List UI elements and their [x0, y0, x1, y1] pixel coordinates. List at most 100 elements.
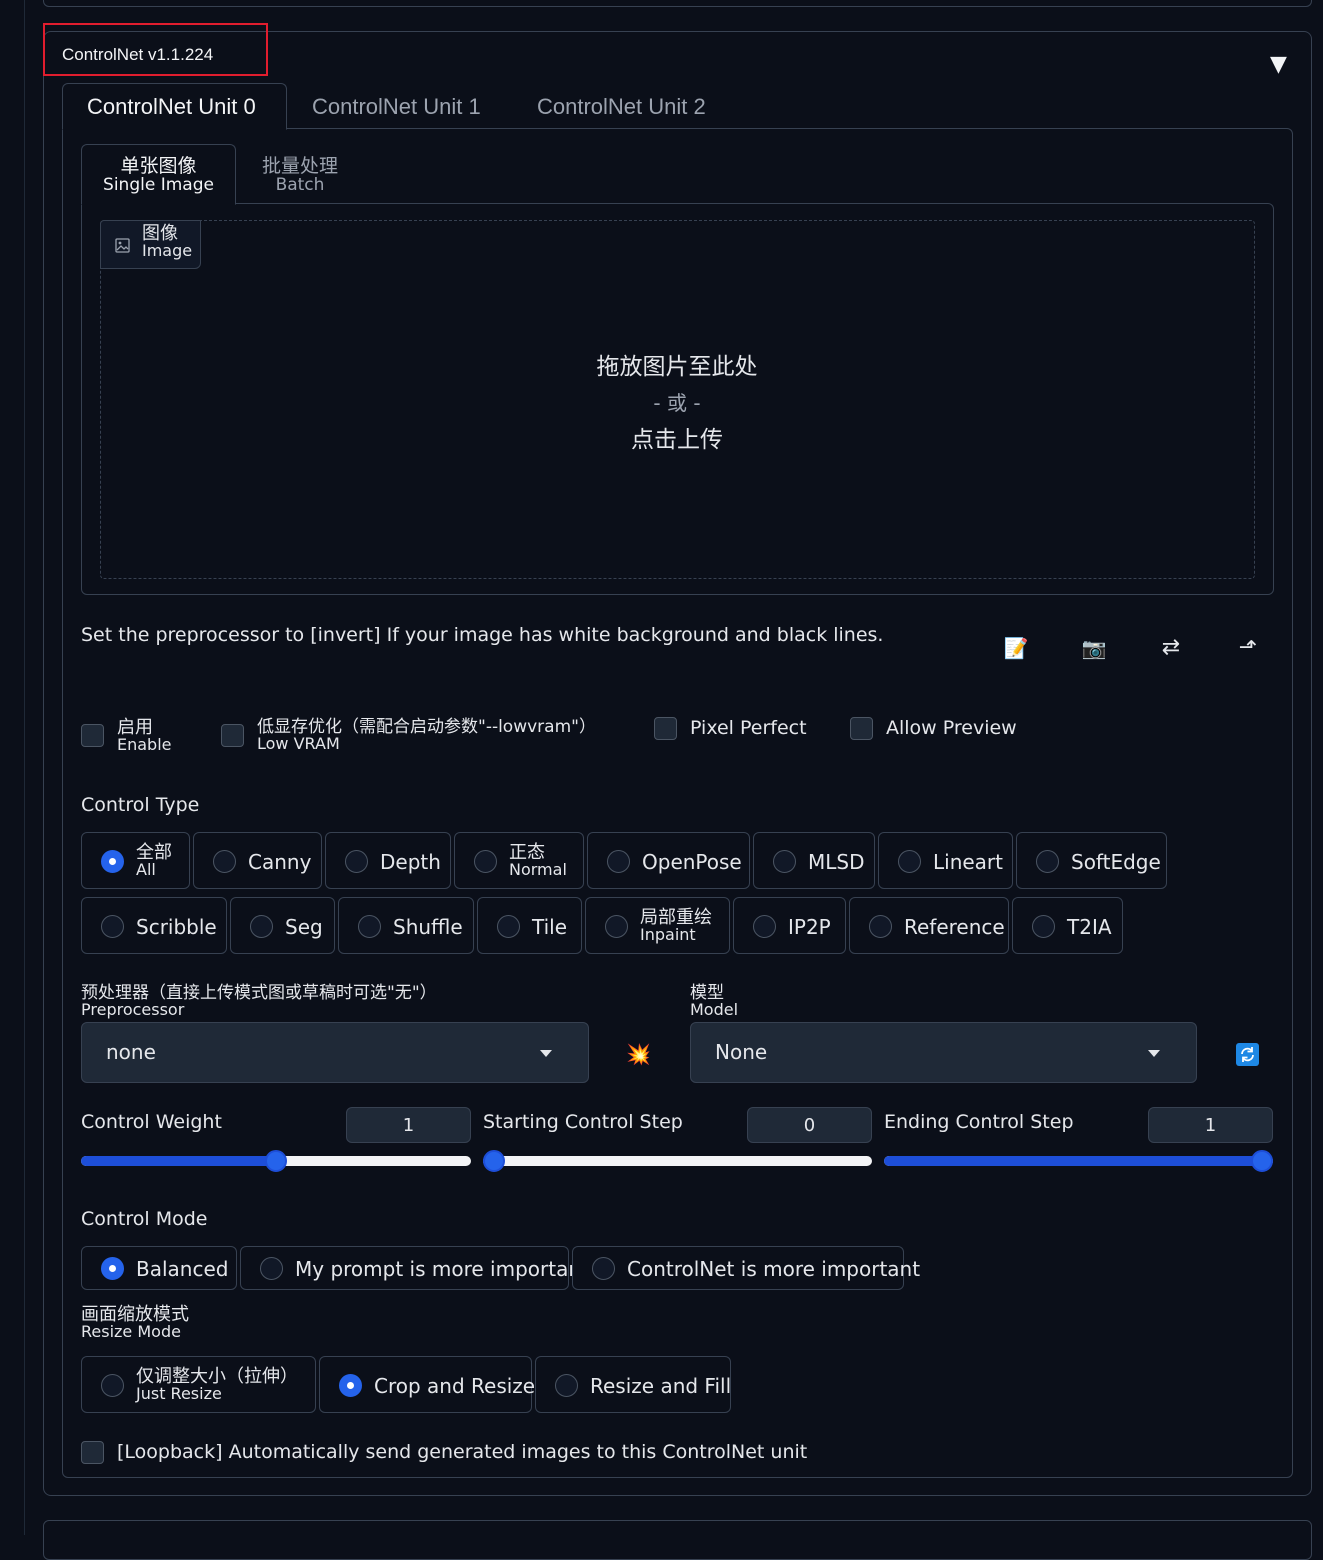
allow-preview-label: Allow Preview: [886, 717, 1017, 739]
radio-dot: [101, 1257, 124, 1280]
resize-mode-resize-fill[interactable]: Resize and Fill: [535, 1356, 731, 1413]
control-type-lineart-label: Lineart: [933, 850, 1003, 874]
control-type-seg[interactable]: Seg: [230, 897, 335, 954]
radio-dot: [101, 1374, 124, 1397]
slider-handle[interactable]: [265, 1150, 287, 1172]
control-type-depth-label: Depth: [380, 850, 441, 874]
allow-preview-checkbox[interactable]: [850, 717, 873, 740]
control-weight-label: Control Weight: [81, 1111, 222, 1133]
radio-dot: [1036, 850, 1059, 873]
starting-step-slider[interactable]: [483, 1150, 872, 1172]
tab-single-image-cn: 单张图像: [120, 155, 197, 177]
click-upload-text[interactable]: 点击上传: [527, 420, 827, 454]
control-type-ip2p[interactable]: IP2P: [733, 897, 846, 954]
control-type-softedge-label: SoftEdge: [1071, 850, 1161, 874]
control-weight-slider[interactable]: [81, 1150, 471, 1172]
refresh-models-icon[interactable]: [1236, 1043, 1259, 1066]
control-type-all-label: 全部 All: [136, 844, 172, 878]
accordion-title[interactable]: ControlNet v1.1.224: [62, 45, 213, 65]
control-mode-controlnet-label: ControlNet is more important: [627, 1257, 921, 1281]
control-type-depth[interactable]: Depth: [325, 832, 451, 889]
low-vram-checkbox[interactable]: [221, 724, 244, 747]
slider-fill: [884, 1156, 1262, 1166]
tab-batch-en: Batch: [275, 174, 325, 195]
chevron-down-icon: [1148, 1050, 1160, 1057]
control-type-reference[interactable]: Reference: [849, 897, 1009, 954]
control-mode-prompt-label: My prompt is more important: [295, 1257, 589, 1281]
radio-dot: [345, 850, 368, 873]
control-type-reference-label: Reference: [904, 915, 1005, 939]
radio-dot: [101, 915, 124, 938]
resize-mode-just-resize[interactable]: 仅调整大小（拉伸） Just Resize: [81, 1356, 316, 1413]
resize-mode-crop-resize[interactable]: Crop and Resize: [319, 1356, 535, 1413]
model-select[interactable]: None: [690, 1022, 1197, 1083]
tab-unit-0[interactable]: ControlNet Unit 0: [87, 94, 256, 120]
control-type-lineart[interactable]: Lineart: [878, 832, 1013, 889]
send-dimensions-icon[interactable]: ⬏: [1232, 632, 1264, 664]
resize-mode-resize-fill-label: Resize and Fill: [590, 1374, 732, 1398]
control-type-t2ia[interactable]: T2IA: [1012, 897, 1123, 954]
radio-dot: [898, 850, 921, 873]
slider-handle[interactable]: [483, 1150, 505, 1172]
control-mode-controlnet[interactable]: ControlNet is more important: [572, 1246, 920, 1290]
radio-dot: [358, 915, 381, 938]
loopback-checkbox[interactable]: [81, 1441, 104, 1464]
control-mode-balanced-label: Balanced: [136, 1257, 229, 1281]
pixel-perfect-label: Pixel Perfect: [690, 717, 807, 739]
ending-step-label: Ending Control Step: [884, 1111, 1074, 1133]
control-type-tile-label: Tile: [532, 915, 568, 939]
slider-handle[interactable]: [1251, 1150, 1273, 1172]
control-type-inpaint[interactable]: 局部重绘 Inpaint: [585, 897, 730, 954]
radio-dot: [1032, 915, 1055, 938]
enable-checkbox[interactable]: [81, 724, 104, 747]
control-type-inpaint-en: Inpaint: [640, 925, 696, 944]
control-type-seg-label: Seg: [285, 915, 323, 939]
run-preprocessor-icon[interactable]: 💥: [626, 1042, 651, 1066]
tab-batch[interactable]: 批量处理 Batch: [240, 156, 360, 195]
control-type-canny[interactable]: Canny: [193, 832, 322, 889]
chevron-down-icon: [540, 1050, 552, 1057]
control-type-shuffle[interactable]: Shuffle: [338, 897, 474, 954]
radio-dot: [607, 850, 630, 873]
control-type-normal-en: Normal: [509, 860, 567, 879]
control-mode-label: Control Mode: [81, 1208, 208, 1230]
radio-dot: [250, 915, 273, 938]
image-label: 图像 Image: [100, 220, 201, 269]
tab-single-image[interactable]: 单张图像 Single Image: [81, 155, 236, 195]
control-weight-input[interactable]: 1: [346, 1107, 471, 1143]
ending-step-slider[interactable]: [884, 1150, 1273, 1172]
control-type-canny-label: Canny: [248, 850, 312, 874]
swap-icon[interactable]: ⇄: [1155, 632, 1187, 664]
control-mode-balanced[interactable]: Balanced: [81, 1246, 237, 1290]
tab-unit-1[interactable]: ControlNet Unit 1: [312, 94, 481, 120]
control-type-openpose[interactable]: OpenPose: [587, 832, 750, 889]
resize-mode-just-resize-label: 仅调整大小（拉伸） Just Resize: [136, 1368, 298, 1402]
control-type-mlsd[interactable]: MLSD: [753, 832, 875, 889]
control-type-inpaint-label: 局部重绘 Inpaint: [640, 909, 712, 943]
ending-step-input[interactable]: 1: [1148, 1107, 1273, 1143]
radio-dot: [213, 850, 236, 873]
radio-dot: [869, 915, 892, 938]
next-panel: [43, 1520, 1312, 1560]
preprocessor-select[interactable]: none: [81, 1022, 589, 1083]
control-type-all[interactable]: 全部 All: [81, 832, 190, 889]
resize-mode-label-en: Resize Mode: [81, 1322, 181, 1341]
control-type-softedge[interactable]: SoftEdge: [1016, 832, 1167, 889]
collapse-arrow-icon[interactable]: ▼: [1270, 52, 1287, 77]
starting-step-label: Starting Control Step: [483, 1111, 683, 1133]
camera-icon[interactable]: 📷: [1078, 632, 1110, 664]
radio-dot: [555, 1374, 578, 1397]
pixel-perfect-checkbox[interactable]: [654, 717, 677, 740]
control-type-tile[interactable]: Tile: [477, 897, 582, 954]
refresh-glyph: [1241, 1047, 1254, 1062]
control-mode-prompt[interactable]: My prompt is more important: [240, 1246, 589, 1290]
control-type-scribble[interactable]: Scribble: [81, 897, 227, 954]
tab-unit-2[interactable]: ControlNet Unit 2: [537, 94, 706, 120]
starting-step-input[interactable]: 0: [747, 1107, 872, 1143]
control-type-normal-label: 正态 Normal: [509, 844, 567, 878]
resize-mode-label: 画面缩放模式 Resize Mode: [81, 1306, 189, 1340]
control-type-all-en: All: [136, 860, 156, 879]
control-type-mlsd-label: MLSD: [808, 850, 865, 874]
edit-icon[interactable]: 📝: [1000, 632, 1032, 664]
control-type-normal[interactable]: 正态 Normal: [454, 832, 584, 889]
